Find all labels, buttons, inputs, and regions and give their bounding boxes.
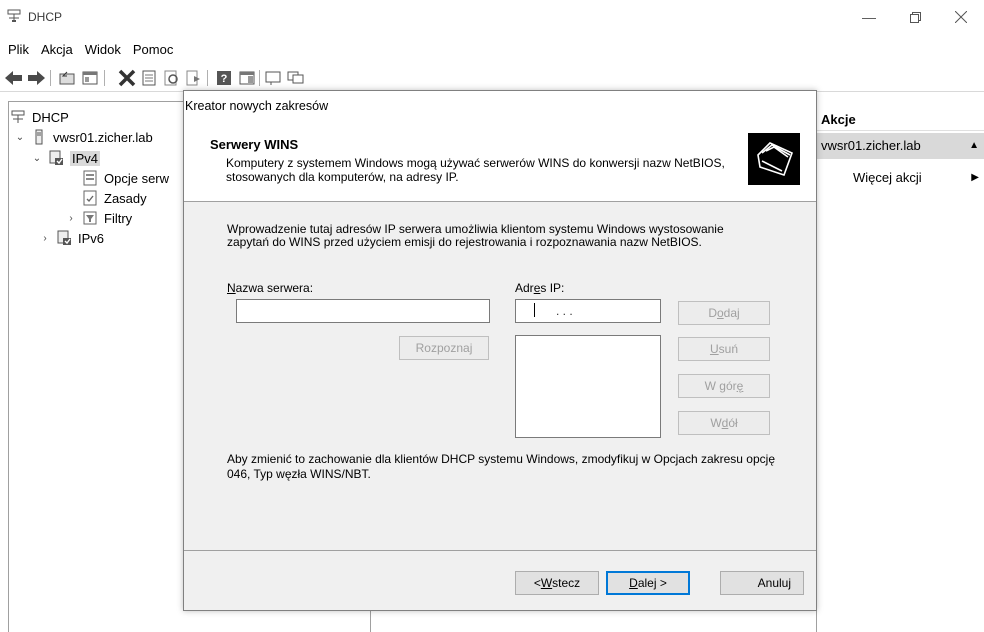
cancel-button[interactable]: Anuluj xyxy=(720,571,804,595)
wizard-page-description: Komputery z systemem Windows mogą używać… xyxy=(226,156,725,184)
close-button[interactable] xyxy=(938,0,984,34)
tree-item-server[interactable]: ⌄ vwsr01.zicher.lab xyxy=(14,127,153,147)
action-pane-icon xyxy=(239,71,255,85)
wizard-header: Serwery WINS Komputery z systemem Window… xyxy=(184,121,816,202)
menu-widok[interactable]: Widok xyxy=(79,40,127,60)
submenu-arrow-icon: ▶ xyxy=(971,172,979,183)
help-button[interactable]: ? xyxy=(214,68,234,88)
dhcp-app-icon xyxy=(7,9,21,22)
chevron-right-icon[interactable]: › xyxy=(39,233,51,244)
back-button[interactable] xyxy=(4,68,24,88)
wizard-page-title: Serwery WINS xyxy=(210,137,299,152)
back-arrow-icon xyxy=(5,71,22,85)
chevron-down-icon[interactable]: ⌄ xyxy=(31,153,43,164)
wins-node-type-note: Aby zmienić to zachowanie dla klientów D… xyxy=(227,452,775,481)
ipv4-icon xyxy=(49,150,63,165)
tree-label-dhcp: DHCP xyxy=(32,109,69,125)
delete-button[interactable] xyxy=(117,68,137,88)
ip-address-label: Adres IP: xyxy=(515,281,565,295)
ip-address-dots: . . . xyxy=(556,304,573,318)
server-name-input[interactable] xyxy=(236,299,490,323)
next-button[interactable]: Dalej > xyxy=(606,571,690,595)
wins-server-list[interactable] xyxy=(515,335,661,438)
wins-intro-text: Wprowadzenie tutaj adresów IP serwera um… xyxy=(227,222,724,249)
wizard-folder-icon xyxy=(748,133,800,185)
minimize-button[interactable]: — xyxy=(846,0,892,34)
restore-icon xyxy=(909,11,921,23)
tree-label-filters: Filtry xyxy=(104,210,133,226)
refresh-icon xyxy=(164,70,178,86)
dhcp-icon xyxy=(11,110,25,123)
actions-server-label: vwsr01.zicher.lab xyxy=(821,138,921,153)
maximize-button[interactable] xyxy=(892,0,938,34)
console-tree-icon xyxy=(82,71,98,85)
properties-icon xyxy=(142,70,156,86)
tree-item-policies[interactable]: Zasady xyxy=(82,188,147,208)
more-actions-label: Więcej akcji xyxy=(853,170,922,185)
tree-item-ipv4[interactable]: ⌄ IPv4 xyxy=(31,148,101,168)
filter-icon xyxy=(287,71,304,84)
footer-separator xyxy=(184,550,816,551)
server-icon xyxy=(35,129,43,145)
actions-pane: Akcje vwsr01.zicher.lab ▲ Więcej akcji ▶ xyxy=(816,101,984,632)
console-tree: DHCP ⌄ vwsr01.zicher.lab ⌄ IPv4 Opcje se… xyxy=(8,101,185,632)
add-button[interactable]: Do daj xyxy=(678,301,770,325)
tree-label-ipv6: IPv6 xyxy=(78,230,105,246)
view-button[interactable] xyxy=(264,68,284,88)
menu-plik[interactable]: Plik xyxy=(2,40,35,60)
collapse-up-icon: ▲ xyxy=(969,140,979,151)
help-icon: ? xyxy=(217,71,231,85)
properties-button[interactable] xyxy=(139,68,159,88)
new-scope-wizard-dialog: Kreator nowych zakresów Serwery WINS Kom… xyxy=(183,90,817,611)
server-options-icon xyxy=(83,170,97,186)
remove-button[interactable]: Usuń xyxy=(678,337,770,361)
filter-button[interactable] xyxy=(286,68,306,88)
close-icon xyxy=(955,11,967,23)
up-folder-icon xyxy=(59,71,75,85)
tree-item-filters[interactable]: › Filtry xyxy=(65,208,132,228)
ip-address-input[interactable]: . . . xyxy=(515,299,661,323)
title-bar: DHCP — xyxy=(0,0,984,34)
tree-item-ipv6[interactable]: › IPv6 xyxy=(39,228,104,248)
dialog-title: Kreator nowych zakresów xyxy=(184,91,816,121)
filters-icon xyxy=(83,211,97,225)
delete-icon xyxy=(118,69,136,87)
chevron-right-icon[interactable]: › xyxy=(65,213,77,224)
ipv6-icon xyxy=(57,230,71,245)
actions-server-group[interactable]: vwsr01.zicher.lab ▲ xyxy=(817,133,984,159)
menu-akcja[interactable]: Akcja xyxy=(35,40,79,60)
forward-button[interactable] xyxy=(26,68,46,88)
tree-label-server-options: Opcje serw xyxy=(104,170,170,186)
tree-item-server-options[interactable]: Opcje serw xyxy=(82,168,169,188)
back-button-wizard[interactable]: < Wstecz xyxy=(515,571,599,595)
refresh-button[interactable] xyxy=(162,68,182,88)
text-cursor xyxy=(534,303,535,317)
menu-bar: Plik Akcja Widok Pomoc xyxy=(2,40,179,60)
svg-text:?: ? xyxy=(221,73,228,85)
chevron-down-icon[interactable]: ⌄ xyxy=(14,132,26,143)
window-title: DHCP xyxy=(28,10,63,24)
up-button[interactable] xyxy=(57,68,77,88)
more-actions-item[interactable]: Więcej akcji ▶ xyxy=(817,167,984,189)
tree-label-server: vwsr01.zicher.lab xyxy=(53,129,153,145)
export-icon xyxy=(186,70,200,86)
tree-item-dhcp[interactable]: DHCP xyxy=(10,107,69,127)
export-button[interactable] xyxy=(184,68,204,88)
view-icon xyxy=(265,71,281,85)
forward-arrow-icon xyxy=(28,71,45,85)
show-tree-button[interactable] xyxy=(80,68,100,88)
move-down-button[interactable]: W d ół xyxy=(678,411,770,435)
resolve-button[interactable]: Rozpozna j xyxy=(399,336,489,360)
minimize-icon: — xyxy=(862,9,876,25)
move-up-button[interactable]: W gór ę xyxy=(678,374,770,398)
menu-pomoc[interactable]: Pomoc xyxy=(127,40,179,60)
toolbar: ? xyxy=(0,64,984,92)
actions-header: Akcje xyxy=(817,109,984,131)
tree-label-ipv4: IPv4 xyxy=(70,150,101,166)
policies-icon xyxy=(83,190,97,206)
tree-label-policies: Zasady xyxy=(104,190,147,206)
server-name-label: Nazwa serwera: xyxy=(227,281,314,295)
action-pane-button[interactable] xyxy=(237,68,257,88)
